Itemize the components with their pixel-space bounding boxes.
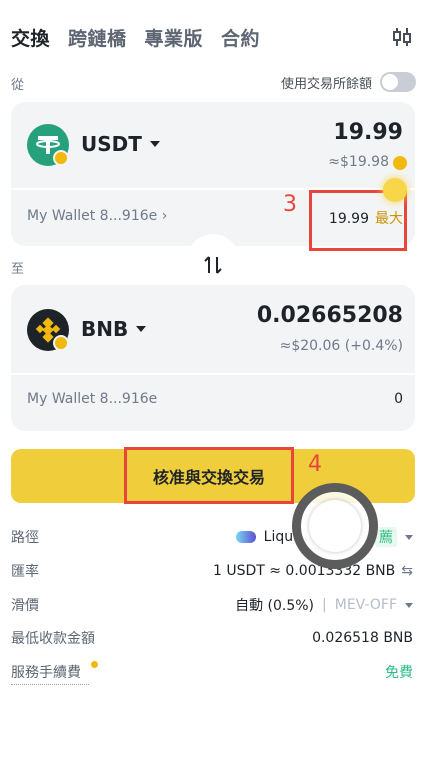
divider	[11, 373, 415, 375]
swap-rate-icon[interactable]: ⇆	[401, 563, 413, 579]
fee-underline	[11, 684, 89, 685]
mev-value: MEV-OFF	[334, 597, 397, 613]
approve-swap-label[interactable]: 核准與交換交易	[124, 447, 294, 504]
info-coin-icon	[393, 156, 407, 170]
use-balance-toggle[interactable]	[380, 72, 416, 92]
swap-arrows-icon	[204, 256, 222, 274]
min-received-row: 最低收款金額 0.026518 BNB	[11, 627, 413, 649]
chevron-right-icon: ›	[161, 208, 168, 224]
separator: |	[322, 597, 327, 613]
tab-futures[interactable]: 合約	[221, 24, 260, 51]
tab-swap[interactable]: 交換	[11, 24, 50, 51]
tab-pro[interactable]: 專業版	[145, 24, 204, 51]
to-label: 至	[11, 262, 25, 277]
slippage-value: 自動 (0.5%)	[235, 598, 315, 614]
to-wallet-label[interactable]: My Wallet 8...916e	[27, 391, 157, 407]
from-label: 從	[11, 78, 25, 93]
chevron-down-icon	[149, 141, 160, 147]
from-coin-label: USDT	[81, 132, 142, 156]
touch-indicator	[292, 483, 378, 569]
from-wallet-selector[interactable]: My Wallet 8...916e ›	[27, 208, 167, 224]
toggle-knob	[382, 74, 398, 90]
from-fiat-value: ≈$19.98	[328, 154, 389, 170]
rate-label: 匯率	[11, 564, 39, 580]
to-amount: 0.02665208	[256, 303, 403, 328]
chain-badge-icon	[53, 150, 69, 166]
to-coin-label: BNB	[81, 317, 129, 341]
chevron-down-icon	[136, 326, 147, 332]
from-amount-input[interactable]: 19.99	[333, 120, 403, 145]
to-fiat-value: ≈$20.06 (+0.4%)	[279, 338, 403, 354]
tab-bridge[interactable]: 跨鏈橋	[68, 24, 127, 51]
chevron-down-icon	[405, 534, 413, 540]
use-balance-label: 使用交易所餘額	[280, 76, 372, 92]
annotation-step-4: 4	[308, 452, 322, 477]
fee-value: 免費	[385, 665, 413, 681]
to-balance: 0	[394, 391, 403, 407]
from-coin-selector[interactable]: USDT	[81, 132, 160, 156]
top-tabs: 交換 跨鏈橋 專業版 合約	[11, 22, 428, 52]
slippage-row: 滑價 自動 (0.5%) | MEV-OFF	[11, 594, 413, 616]
rate-value: 1 USDT ≈ 0.0013332 BNB	[212, 563, 396, 579]
route-label: 路徑	[11, 530, 39, 546]
to-card: BNB 0.02665208 ≈$20.06 (+0.4%) My Wallet…	[11, 285, 415, 431]
to-coin-selector[interactable]: BNB	[81, 317, 147, 341]
use-balance-row: 使用交易所餘額	[281, 72, 416, 92]
annotation-step-3: 3	[283, 192, 297, 217]
fee-label[interactable]: 服務手續費	[11, 662, 81, 682]
from-wallet-label: My Wallet 8...916e	[27, 208, 158, 224]
chevron-down-icon	[405, 602, 413, 608]
slippage-selector[interactable]: 自動 (0.5%) | MEV-OFF	[235, 595, 413, 615]
recommended-tag: 薦	[375, 527, 397, 547]
min-received-label: 最低收款金額	[11, 631, 95, 647]
notification-dot	[91, 661, 98, 668]
touch-indicator-center	[309, 500, 361, 552]
min-received-value: 0.026518 BNB	[312, 630, 413, 646]
liquidity-source-icon	[235, 531, 256, 543]
fee-row: 服務手續費 免費	[11, 661, 413, 683]
mascot-icon	[383, 178, 407, 202]
slippage-label: 滑價	[11, 598, 39, 614]
chain-badge-icon	[53, 335, 69, 351]
sliders-icon[interactable]	[392, 26, 412, 48]
